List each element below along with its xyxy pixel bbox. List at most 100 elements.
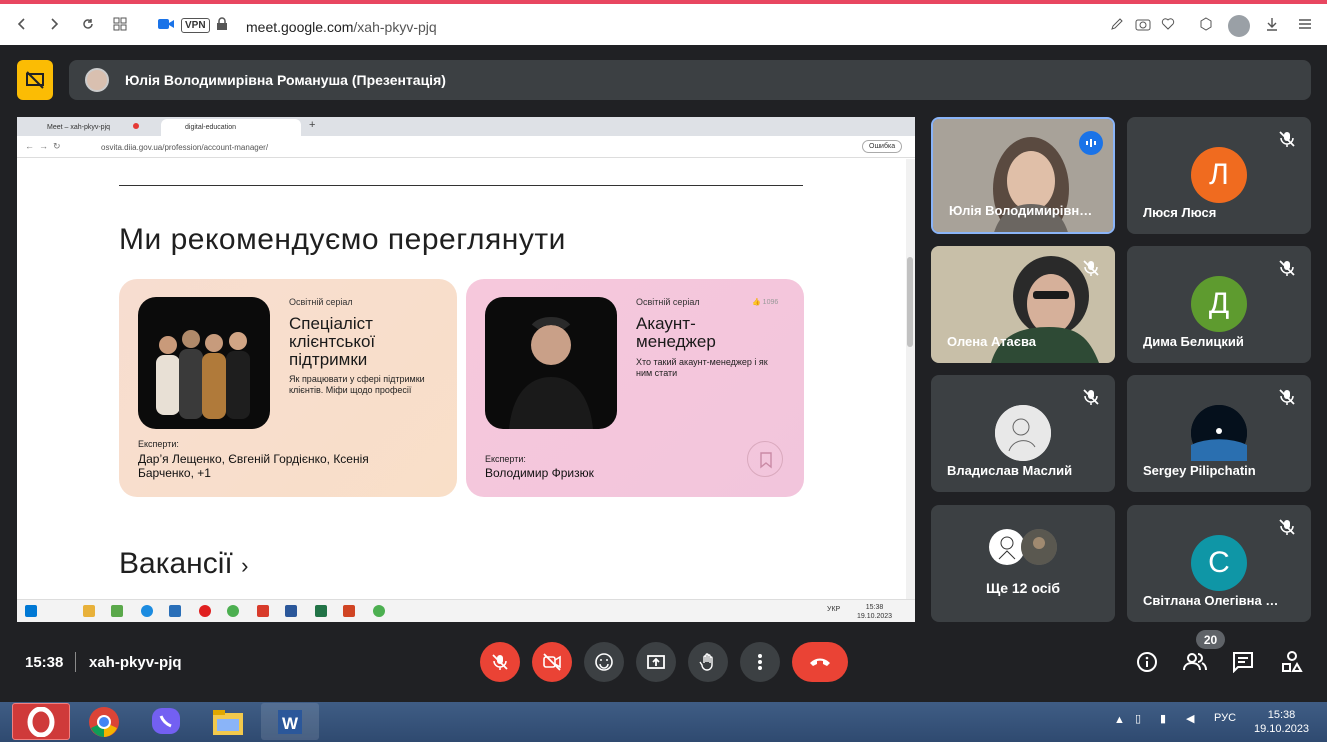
network-icon[interactable]: ▮ <box>1160 712 1166 725</box>
chevron-right-icon: › <box>241 553 249 578</box>
back-icon[interactable] <box>12 14 32 34</box>
mic-toggle-button[interactable] <box>480 642 520 682</box>
card-description: Як працювати у сфері підтримки клієнтів.… <box>289 374 425 395</box>
page-heading: Ми рекомендуємо переглянути <box>119 223 566 256</box>
participant-tile[interactable]: Владислав Маслий <box>931 375 1115 492</box>
card-title: Спеціаліст клієнтської підтримки <box>289 314 376 369</box>
clock-time: 15:38 <box>1267 709 1296 721</box>
participant-tile[interactable]: Д Дима Белицкий <box>1127 246 1311 363</box>
taskbar-clock[interactable]: 15:38 19.10.2023 <box>1254 708 1309 736</box>
snapshot-icon[interactable] <box>1133 14 1153 34</box>
course-thumbnail <box>138 297 270 429</box>
presenter-name: Юлія Володимирівна Романуша (Презентація… <box>125 72 446 88</box>
mic-off-icon <box>1081 258 1101 278</box>
mic-off-icon <box>1277 129 1297 149</box>
chrome-icon <box>227 605 239 617</box>
scroll-thumb <box>907 257 913 347</box>
svg-text:W: W <box>282 714 299 733</box>
scrollbar <box>906 159 915 599</box>
mic-off-icon <box>1277 258 1297 278</box>
mic-off-icon <box>1277 387 1297 407</box>
profile-icon[interactable] <box>1228 15 1250 37</box>
heart-icon[interactable] <box>1158 14 1178 34</box>
avatar <box>1191 405 1247 461</box>
speed-dial-icon[interactable] <box>110 14 130 34</box>
download-icon[interactable] <box>1262 14 1282 34</box>
app-icon <box>169 605 181 617</box>
vpn-badge[interactable]: VPN <box>181 18 210 33</box>
recording-icon <box>133 123 139 129</box>
avatar <box>995 405 1051 461</box>
participant-name: Дима Белицкий <box>1143 334 1244 349</box>
start-icon <box>25 605 37 617</box>
url-path: /xah-pkyv-pjq <box>353 19 437 35</box>
participant-name: Sergey Pilipchatin <box>1143 463 1256 478</box>
explorer-taskbar-button[interactable] <box>199 703 257 740</box>
avatar <box>989 529 1025 565</box>
participant-tile[interactable]: Олена Атаєва <box>931 246 1115 363</box>
participant-tile[interactable]: Л Люся Люся <box>1127 117 1311 234</box>
avatar <box>85 68 109 92</box>
card-title: Акаунт-менеджер <box>636 314 716 351</box>
likes-count: 👍 1096 <box>752 299 779 306</box>
card-subtitle: Освітній серіал <box>636 297 700 307</box>
reload-icon[interactable] <box>78 14 98 34</box>
present-button[interactable] <box>636 642 676 682</box>
cube-icon[interactable] <box>1196 14 1216 34</box>
app-icon <box>111 605 123 617</box>
experts-label: Експерти: <box>485 454 526 464</box>
tray-expand-icon[interactable]: ▲ <box>1114 714 1125 726</box>
excel-icon <box>315 605 327 617</box>
more-participants-tile[interactable]: Ще 12 осіб <box>931 505 1115 622</box>
opera-taskbar-button[interactable] <box>12 703 70 740</box>
language-indicator[interactable]: РУС <box>1214 712 1236 724</box>
inner-error-badge: Ошибка <box>862 140 903 153</box>
inner-lang: УКР <box>827 606 841 613</box>
avatar <box>1021 529 1057 565</box>
info-icon[interactable] <box>1135 650 1159 674</box>
camera-toggle-button[interactable] <box>532 642 572 682</box>
browser-toolbar: VPN meet.google.com/xah-pkyv-pjq <box>0 0 1327 45</box>
chat-icon[interactable] <box>1231 650 1255 674</box>
participant-tile[interactable]: Sergey Pilipchatin <box>1127 375 1311 492</box>
lock-icon[interactable] <box>212 14 232 34</box>
mic-off-icon <box>1277 517 1297 537</box>
inner-date: 19.10.2023 <box>857 613 893 620</box>
card-subtitle: Освітній серіал <box>289 297 353 307</box>
forward-icon[interactable] <box>44 14 64 34</box>
inner-nav-icons: ← → ↻ <box>25 141 61 151</box>
raise-hand-button[interactable] <box>688 642 728 682</box>
vacancies-heading: Вакансії › <box>119 547 248 581</box>
inner-tab-label: Meet – xah-pkyv-pjq <box>47 124 111 131</box>
address-bar[interactable]: meet.google.com/xah-pkyv-pjq <box>246 19 437 35</box>
word-taskbar-button[interactable]: W <box>261 703 319 740</box>
web-page: Ми рекомендуємо переглянути Освітній сер… <box>17 159 915 599</box>
clock-date: 19.10.2023 <box>1254 723 1310 735</box>
edge-icon <box>141 605 153 617</box>
people-icon[interactable] <box>1183 650 1207 674</box>
new-tab-icon: + <box>309 119 316 131</box>
volume-icon[interactable]: ◀ <box>1186 712 1194 725</box>
inner-address-bar: ← → ↻ osvita.diia.gov.ua/profession/acco… <box>17 136 915 158</box>
inner-clock: 15:38 19.10.2023 <box>857 603 892 621</box>
course-thumbnail <box>485 297 617 429</box>
settings-menu-icon[interactable] <box>1295 14 1315 34</box>
avatar: С <box>1191 535 1247 591</box>
shared-screen: Meet – xah-pkyv-pjq digital-education + … <box>17 117 915 622</box>
experts-names: Володимир Фризюк <box>485 466 594 480</box>
participant-tile[interactable]: С Світлана Олегівна … <box>1127 505 1311 622</box>
participant-tile[interactable]: Юлія Володимирівн… <box>931 117 1115 234</box>
edit-icon[interactable] <box>1107 14 1127 34</box>
camera-icon <box>156 14 176 34</box>
vacancies-label: Вакансії <box>119 547 233 580</box>
battery-icon[interactable]: ▯ <box>1135 712 1141 725</box>
inner-tab-label: digital-education <box>185 124 236 131</box>
leave-call-button[interactable] <box>792 642 848 682</box>
presentation-off-icon[interactable] <box>17 60 53 100</box>
activities-icon[interactable] <box>1280 650 1304 674</box>
inner-taskbar: УКР 15:38 19.10.2023 <box>17 599 915 622</box>
emoji-button[interactable] <box>584 642 624 682</box>
more-options-button[interactable] <box>740 642 780 682</box>
chrome-taskbar-button[interactable] <box>75 703 133 740</box>
viber-taskbar-button[interactable] <box>137 703 195 740</box>
